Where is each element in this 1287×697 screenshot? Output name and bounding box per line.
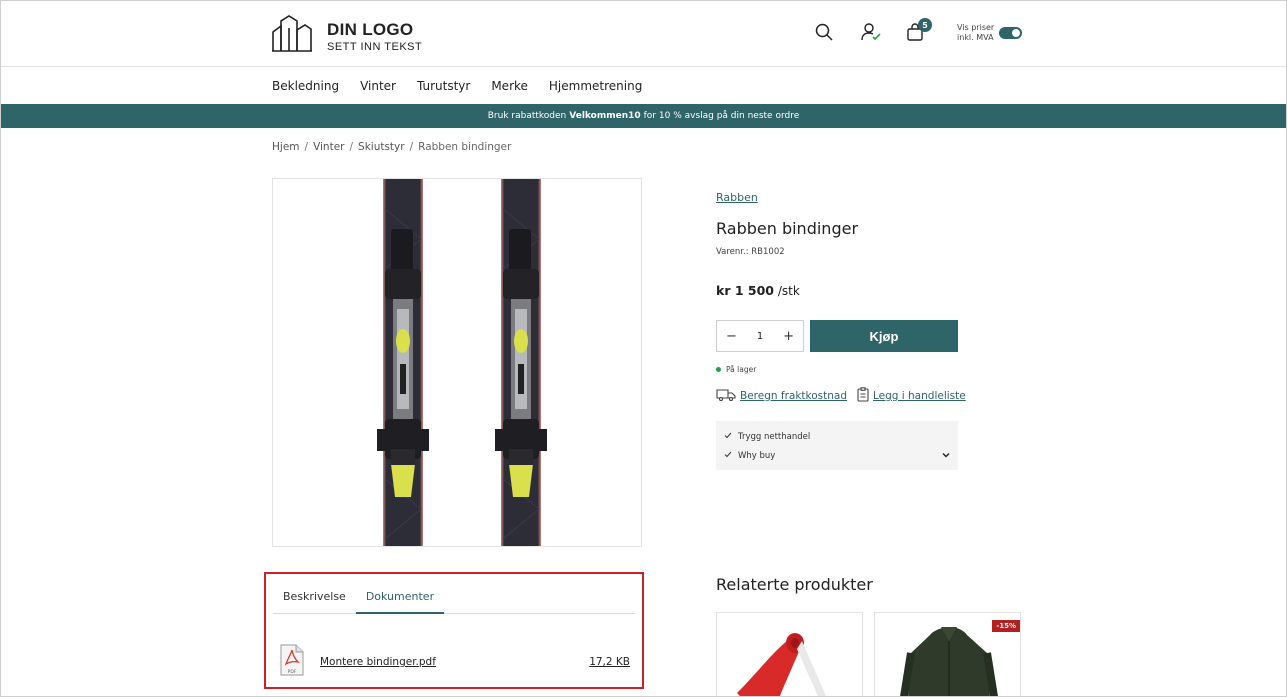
nav-item-merke[interactable]: Merke [491, 79, 528, 93]
page: DIN LOGO SETT INN TEKST 5 Vis priser ink… [0, 0, 1287, 697]
product-price: kr 1 500 /stk [716, 283, 800, 298]
logo-subtitle: SETT INN TEKST [327, 40, 423, 53]
buy-button[interactable]: Kjøp [810, 320, 958, 352]
freight-cost-link[interactable]: Beregn fraktkostnad [716, 388, 847, 404]
vat-toggle-label: Vis priser inkl. MVA [957, 23, 995, 42]
search-button[interactable] [813, 23, 835, 45]
related-product-card[interactable] [716, 612, 863, 696]
quantity-value[interactable]: 1 [757, 331, 763, 342]
site-header: DIN LOGO SETT INN TEKST 5 Vis priser ink… [1, 1, 1286, 67]
main-navigation: Bekledning Vinter Turutstyr Merke Hjemme… [1, 67, 1286, 104]
tab-dokumenter[interactable]: Dokumenter [355, 586, 445, 614]
usp-item-trygg-netthandel: Trygg netthandel [724, 427, 950, 446]
usp-item-why-buy[interactable]: Why buy [724, 446, 950, 465]
nav-item-turutstyr[interactable]: Turutstyr [417, 79, 470, 93]
truck-icon [716, 388, 736, 404]
cart-button[interactable]: 5 [904, 18, 932, 45]
breadcrumb-current: Rabben bindinger [418, 141, 512, 153]
nav-item-bekledning[interactable]: Bekledning [272, 79, 339, 93]
product-action-links: Beregn fraktkostnad Legg i handleliste [716, 387, 976, 405]
in-stock-dot-icon [716, 367, 721, 372]
product-title: Rabben bindinger [716, 219, 859, 238]
nav-item-hjemmetrening[interactable]: Hjemmetrening [549, 79, 642, 93]
nav-item-vinter[interactable]: Vinter [360, 79, 396, 93]
svg-text:PDF: PDF [288, 669, 297, 675]
chevron-down-icon[interactable] [942, 451, 950, 461]
buildings-logo-icon [271, 15, 313, 57]
check-icon [724, 451, 732, 461]
breadcrumb: Hjem / Vinter / Skiutstyr / Rabben bindi… [272, 141, 512, 153]
breadcrumb-skiutstyr[interactable]: Skiutstyr [358, 141, 405, 153]
brand-link[interactable]: Rabben [716, 191, 758, 204]
user-check-icon [861, 23, 881, 45]
cart-count-badge: 5 [918, 18, 932, 32]
discount-badge: -15% [992, 620, 1020, 632]
product-sku: Varenr.: RB1002 [716, 247, 785, 257]
logo[interactable]: DIN LOGO SETT INN TEKST [271, 15, 422, 57]
add-to-shopping-list-link[interactable]: Legg i handleliste [857, 387, 966, 405]
tab-beskrivelse[interactable]: Beskrivelse [273, 586, 356, 614]
search-icon [815, 23, 833, 45]
pdf-file-icon: PDF [280, 644, 304, 680]
related-product-card[interactable]: -15% [874, 612, 1021, 696]
document-size[interactable]: 17,2 KB [589, 656, 630, 668]
ski-bindings-illustration [377, 179, 547, 546]
vat-price-toggle[interactable]: Vis priser inkl. MVA [957, 23, 1022, 43]
account-button[interactable] [860, 23, 882, 45]
product-tabs: Beskrivelse Dokumenter [273, 586, 635, 614]
related-products-title: Relaterte produkter [716, 575, 873, 594]
breadcrumb-vinter[interactable]: Vinter [313, 141, 344, 153]
document-name-link[interactable]: Montere bindinger.pdf [320, 656, 436, 668]
quantity-decrease-button[interactable]: − [726, 329, 737, 344]
stock-status: På lager [716, 365, 756, 374]
check-icon [724, 432, 732, 442]
usp-box: Trygg netthandel Why buy [716, 421, 958, 470]
climbing-skin-image [737, 633, 826, 696]
quantity-increase-button[interactable]: + [783, 329, 794, 344]
clipboard-icon [857, 387, 869, 405]
product-image[interactable] [272, 178, 642, 547]
product-tabs-section: Beskrivelse Dokumenter PDF Montere bindi… [264, 572, 644, 689]
quantity-stepper: − 1 + [716, 320, 804, 352]
breadcrumb-hjem[interactable]: Hjem [272, 141, 300, 153]
logo-title: DIN LOGO [327, 19, 414, 39]
document-row[interactable]: PDF Montere bindinger.pdf 17,2 KB [280, 644, 630, 680]
vat-toggle-switch[interactable] [999, 27, 1022, 39]
promo-banner: Bruk rabattkoden Velkommen10 for 10 % av… [1, 104, 1286, 128]
promo-code: Velkommen10 [569, 111, 641, 121]
